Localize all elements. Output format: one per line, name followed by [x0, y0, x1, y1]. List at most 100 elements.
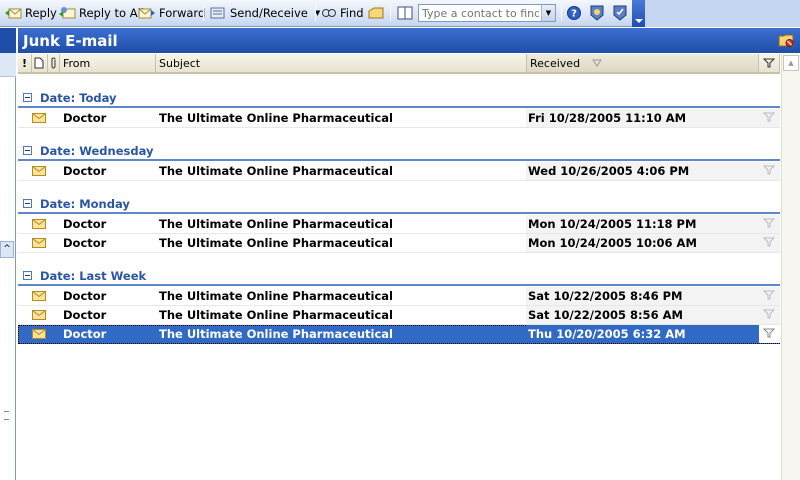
- from-column-label: From: [63, 56, 91, 70]
- message-from: Doctor: [63, 236, 107, 250]
- vertical-scrollbar[interactable]: ▲: [781, 54, 800, 480]
- message-from: Doctor: [63, 289, 107, 303]
- reply-all-button[interactable]: Reply to All: [58, 3, 144, 23]
- attachment-column-header[interactable]: [48, 54, 60, 72]
- collapse-toggle-icon[interactable]: [23, 93, 32, 102]
- message-subject: The Ultimate Online Pharmaceutical: [159, 236, 393, 250]
- message-subject: The Ultimate Online Pharmaceutical: [159, 217, 393, 231]
- importance-column-header[interactable]: !: [18, 54, 32, 72]
- document-icon: [34, 57, 44, 69]
- forward-icon: [138, 8, 155, 19]
- block-sender-icon: [590, 5, 604, 21]
- message-row[interactable]: Doctor The Ultimate Online Pharmaceutica…: [18, 215, 780, 234]
- reply-all-label: Reply to All: [79, 6, 144, 20]
- message-row[interactable]: Doctor The Ultimate Online Pharmaceutica…: [18, 287, 780, 306]
- message-subject: The Ultimate Online Pharmaceutical: [159, 327, 393, 341]
- message-list: Date: Today Doctor The Ultimate Online P…: [18, 76, 780, 480]
- toolbar: Reply Reply to All Forward Send/Receive …: [0, 0, 800, 27]
- envelope-icon: [32, 166, 46, 176]
- message-subject: The Ultimate Online Pharmaceutical: [159, 111, 393, 125]
- message-from: Doctor: [63, 327, 107, 341]
- message-from: Doctor: [63, 111, 107, 125]
- message-row[interactable]: Doctor The Ultimate Online Pharmaceutica…: [18, 234, 780, 253]
- received-column-label: Received: [530, 56, 581, 70]
- message-received: Thu 10/20/2005 6:32 AM: [528, 327, 686, 341]
- message-received: Sat 10/22/2005 8:56 AM: [528, 308, 683, 322]
- flag-icon[interactable]: [763, 237, 775, 247]
- find-label: Find: [340, 6, 364, 20]
- flag-column-header[interactable]: [759, 54, 780, 72]
- flag-icon: [763, 58, 775, 68]
- group-header-last-week[interactable]: Date: Last Week: [18, 266, 780, 286]
- message-from: Doctor: [63, 217, 107, 231]
- envelope-icon: [32, 113, 46, 123]
- folder-title: Junk E-mail: [23, 32, 118, 50]
- group-header-today[interactable]: Date: Today: [18, 88, 780, 108]
- contact-dropdown-icon[interactable]: ▼: [541, 5, 555, 21]
- toolbar-empty-area: [645, 0, 800, 27]
- from-column-header[interactable]: From: [60, 54, 156, 72]
- toolbar-separator: [390, 5, 391, 21]
- group-label: Date: Monday: [40, 197, 130, 211]
- subject-column-header[interactable]: Subject: [156, 54, 527, 72]
- paperclip-icon: [51, 57, 56, 69]
- group-header-monday[interactable]: Date: Monday: [18, 194, 780, 214]
- group-label: Date: Today: [40, 91, 117, 105]
- collapse-toggle-icon[interactable]: [23, 146, 32, 155]
- column-header-bar: ! From Subject Received: [18, 54, 780, 74]
- message-row[interactable]: Doctor The Ultimate Online Pharmaceutica…: [18, 162, 780, 181]
- forward-button[interactable]: Forward: [138, 3, 205, 23]
- message-row[interactable]: Doctor The Ultimate Online Pharmaceutica…: [18, 109, 780, 128]
- envelope-icon: [32, 329, 46, 339]
- folder-header: Junk E-mail: [18, 28, 800, 53]
- toolbar-options-chevron-icon[interactable]: [632, 0, 645, 27]
- svg-text:?: ?: [571, 9, 577, 20]
- envelope-icon: [32, 238, 46, 248]
- junk-safe-sender-button[interactable]: [611, 3, 629, 23]
- navigation-pane-row[interactable]: [0, 53, 16, 77]
- junk-block-sender-button[interactable]: [588, 3, 606, 23]
- navigation-pane-edge: ^: [0, 28, 16, 480]
- importance-column-label: !: [22, 56, 28, 70]
- reply-button[interactable]: Reply: [4, 3, 57, 23]
- find-button[interactable]: Find: [321, 3, 364, 23]
- flag-icon[interactable]: [763, 290, 775, 300]
- flag-icon[interactable]: [763, 309, 775, 319]
- flag-icon[interactable]: [763, 328, 775, 338]
- toolbar-separator: [561, 5, 562, 21]
- scroll-up-arrow-icon[interactable]: ▲: [783, 55, 799, 71]
- navigation-pane-chevron-icon[interactable]: ^: [0, 241, 14, 258]
- message-row[interactable]: Doctor The Ultimate Online Pharmaceutica…: [18, 306, 780, 325]
- organize-button[interactable]: [367, 3, 385, 23]
- message-subject: The Ultimate Online Pharmaceutical: [159, 308, 393, 322]
- flag-icon[interactable]: [763, 112, 775, 122]
- flag-icon[interactable]: [763, 218, 775, 228]
- group-label: Date: Wednesday: [40, 144, 154, 158]
- collapse-toggle-icon[interactable]: [23, 271, 32, 280]
- toolbar-separator: [315, 5, 316, 21]
- reply-label: Reply: [25, 6, 57, 20]
- message-row-selected[interactable]: Doctor The Ultimate Online Pharmaceutica…: [18, 325, 780, 344]
- help-button[interactable]: ?: [566, 3, 582, 23]
- forward-label: Forward: [159, 6, 206, 20]
- splitter-grip-icon[interactable]: [4, 411, 9, 420]
- message-received: Mon 10/24/2005 11:18 PM: [528, 217, 697, 231]
- collapse-toggle-icon[interactable]: [23, 199, 32, 208]
- navigation-pane-header: [0, 28, 16, 53]
- received-column-header[interactable]: Received: [527, 54, 759, 72]
- sort-descending-icon: [592, 59, 602, 67]
- group-header-wednesday[interactable]: Date: Wednesday: [18, 141, 780, 161]
- icon-column-header[interactable]: [32, 54, 48, 72]
- send-receive-button[interactable]: Send/Receive ▼: [209, 3, 320, 23]
- envelope-icon: [32, 310, 46, 320]
- contact-search-input[interactable]: [419, 5, 539, 21]
- message-from: Doctor: [63, 164, 107, 178]
- subject-column-label: Subject: [159, 56, 201, 70]
- safe-sender-icon: [613, 5, 627, 21]
- message-received: Wed 10/26/2005 4:06 PM: [528, 164, 690, 178]
- address-book-button[interactable]: [396, 3, 414, 23]
- junk-folder-icon: [778, 34, 794, 47]
- flag-icon[interactable]: [763, 165, 775, 175]
- message-subject: The Ultimate Online Pharmaceutical: [159, 164, 393, 178]
- send-receive-label: Send/Receive: [230, 6, 308, 20]
